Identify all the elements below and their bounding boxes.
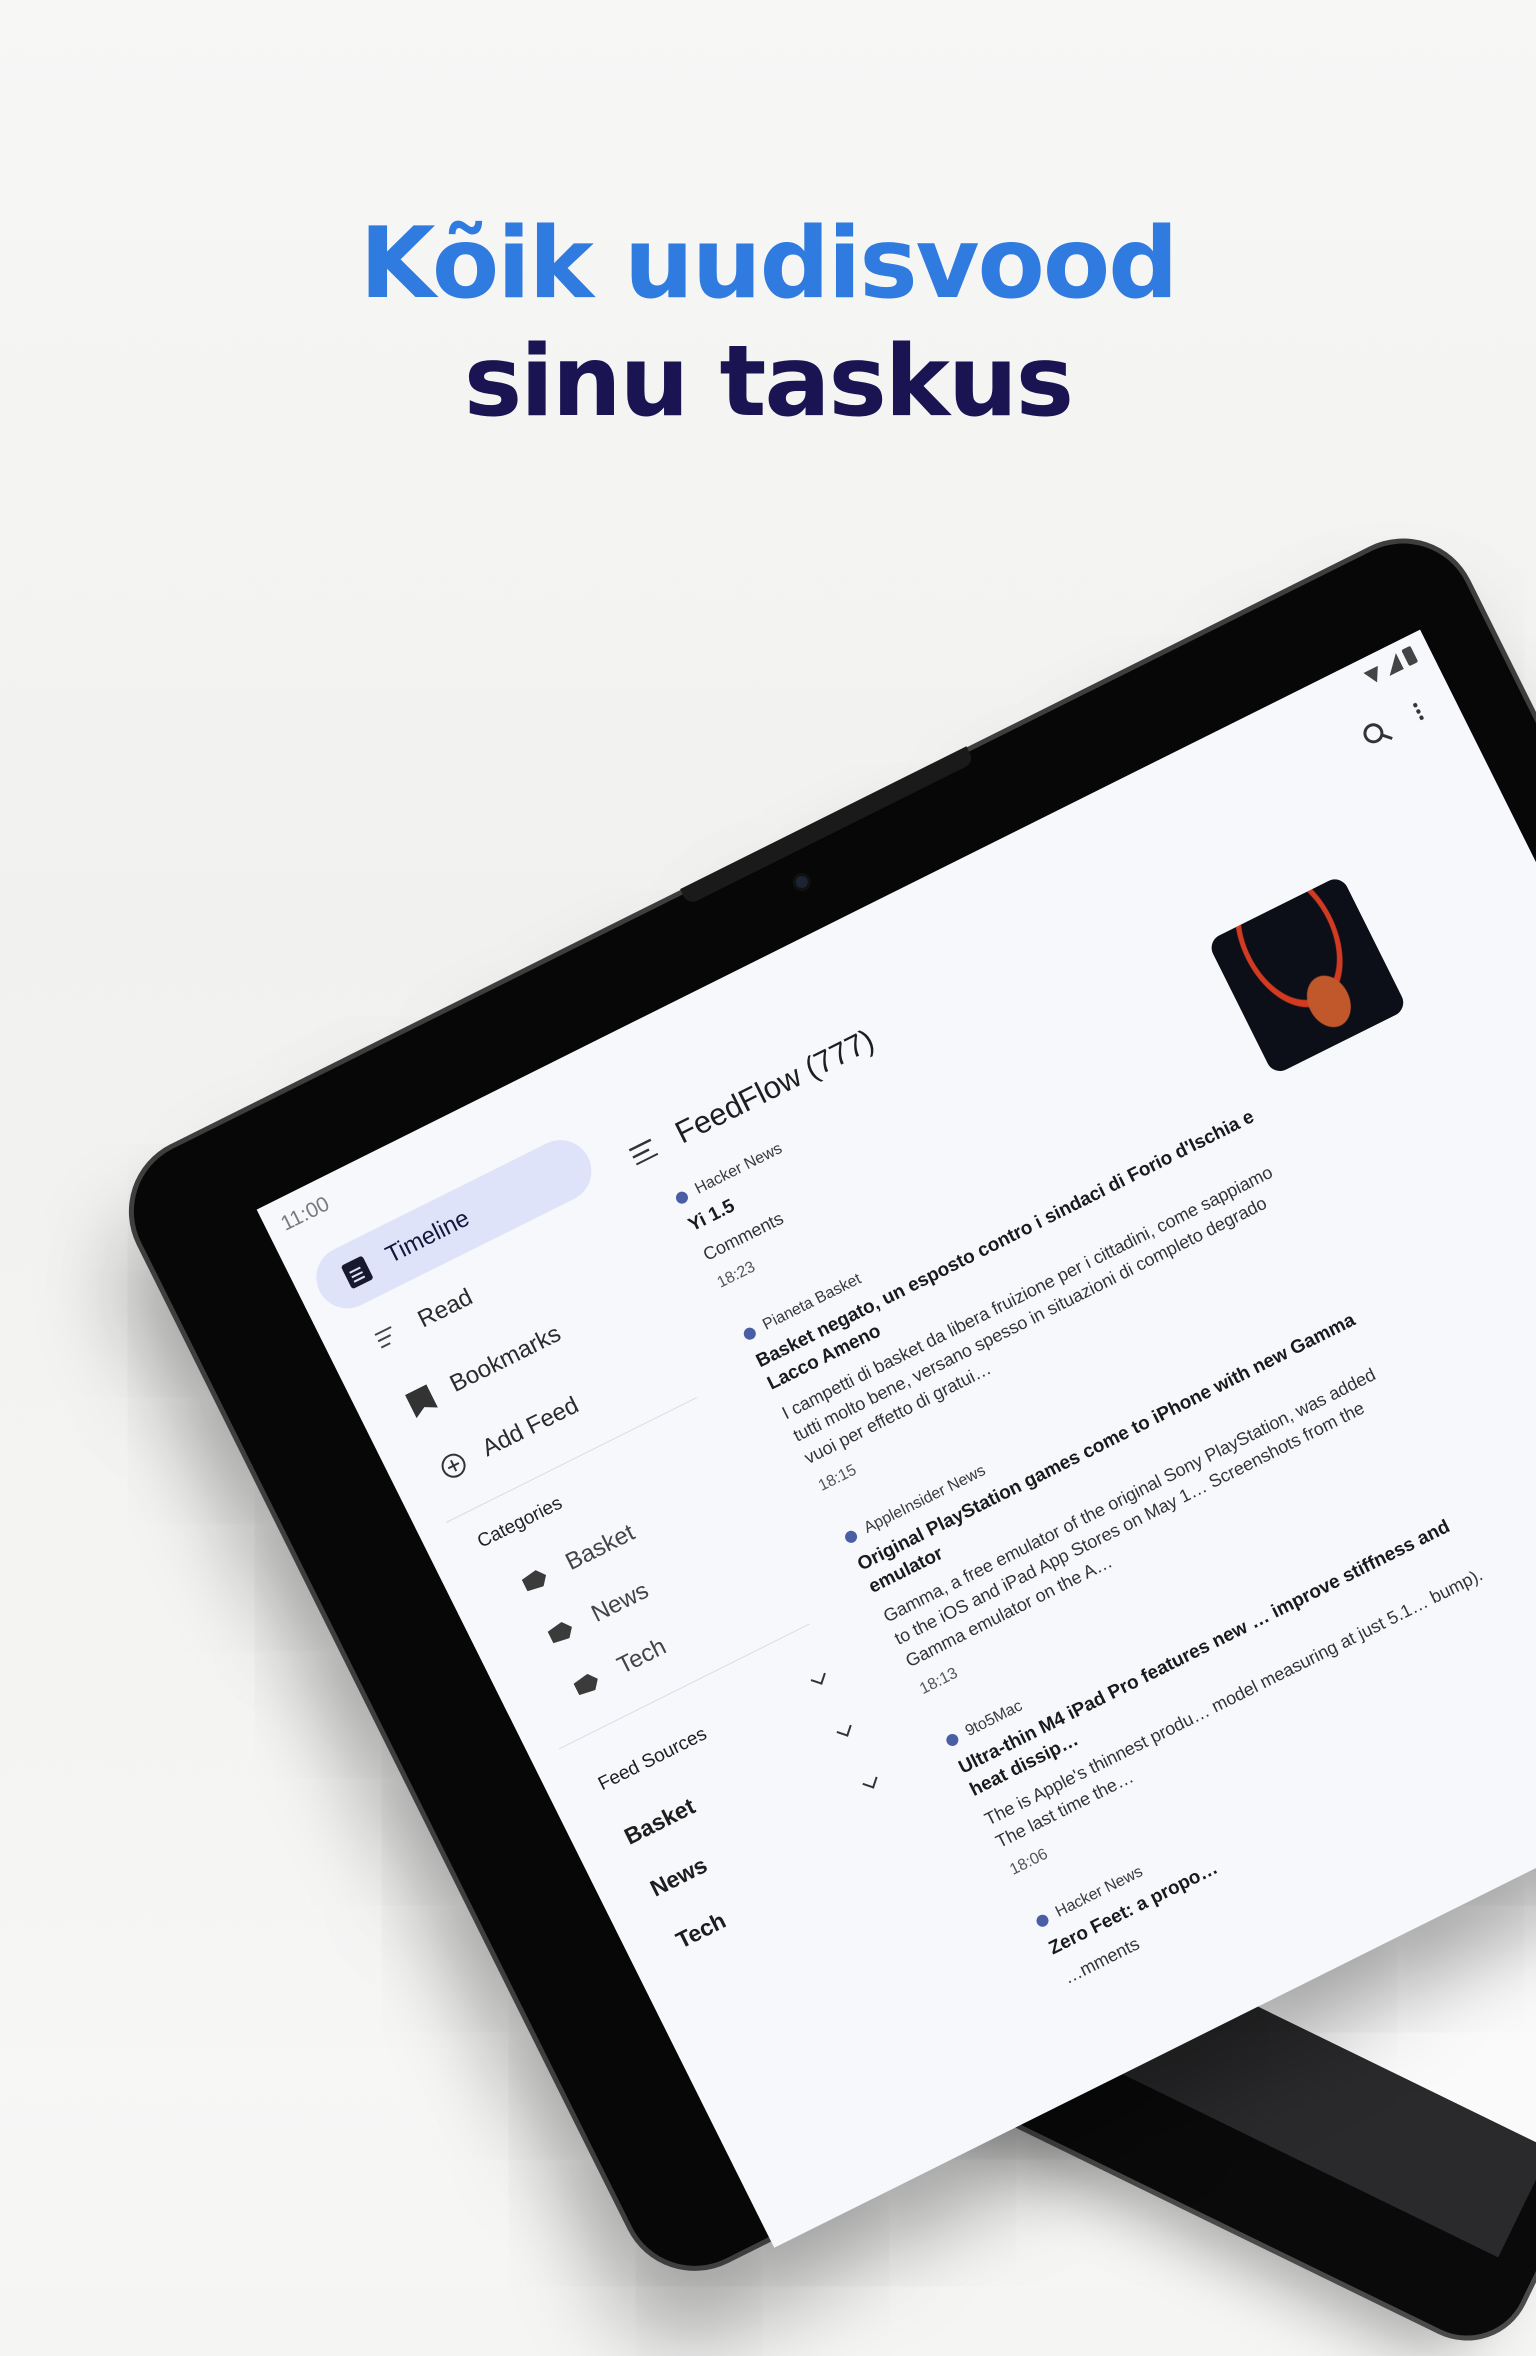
category-label: News [587, 1576, 653, 1628]
tag-icon [546, 1619, 576, 1646]
category-label: Tech [613, 1632, 671, 1680]
check-list-icon [372, 1319, 406, 1354]
feed-source-label: News [645, 1851, 712, 1902]
chevron-down-icon [836, 1721, 852, 1737]
unread-dot-icon [741, 1325, 758, 1342]
battery-icon [1401, 645, 1419, 667]
wifi-icon [1362, 663, 1384, 686]
unread-dot-icon [944, 1731, 961, 1749]
chevron-down-icon [810, 1669, 826, 1685]
bookmark-icon [405, 1384, 438, 1418]
tag-icon [572, 1671, 602, 1698]
status-icons [1362, 645, 1419, 686]
chevron-down-icon [862, 1773, 878, 1789]
hero-heading: Kõik uudisvood sinu taskus [0, 205, 1536, 441]
more-options-icon[interactable] [1411, 701, 1425, 721]
basketball-thumbnail [1206, 874, 1409, 1076]
feed-source-label: Tech [671, 1906, 730, 1953]
menu-collapse-icon[interactable] [628, 1138, 659, 1166]
camera-icon [793, 873, 810, 891]
nav-item-label: Add Feed [477, 1391, 583, 1463]
unread-dot-icon [1034, 1912, 1051, 1929]
document-icon [340, 1255, 374, 1290]
nav-item-label: Read [413, 1283, 477, 1334]
hero-line-2: sinu taskus [463, 325, 1074, 439]
status-time: 11:00 [277, 1192, 334, 1236]
search-icon[interactable] [1360, 719, 1387, 747]
tag-icon [521, 1567, 551, 1594]
plus-circle-icon [437, 1449, 470, 1482]
signal-icon [1382, 653, 1404, 676]
hero-line-1: Kõik uudisvood [359, 207, 1179, 321]
unread-dot-icon [843, 1528, 860, 1545]
nav-item-label: Timeline [381, 1204, 474, 1269]
unread-dot-icon [673, 1189, 691, 1206]
